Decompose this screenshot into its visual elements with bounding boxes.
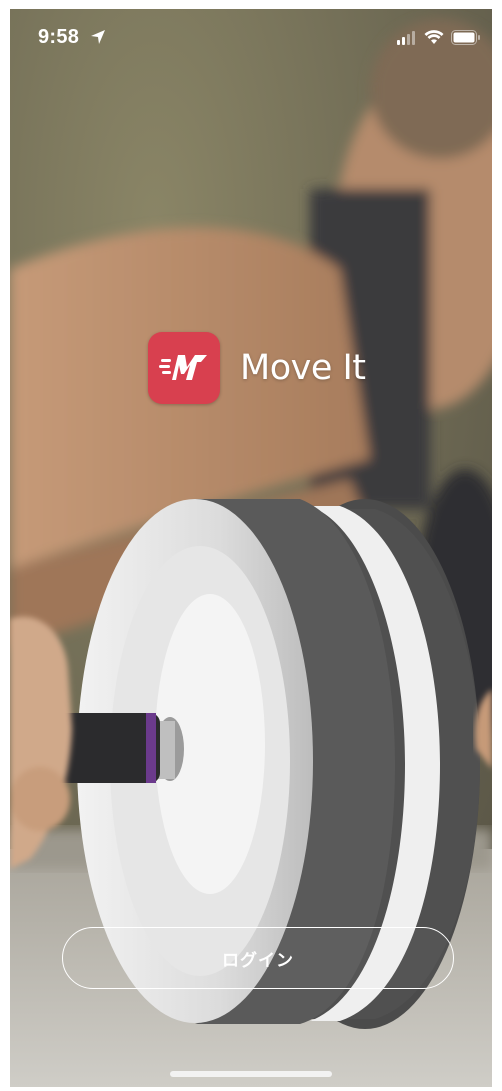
ab-roller-scene (10, 9, 492, 1087)
cellular-signal-icon (397, 31, 415, 45)
login-button-label: ログイン (222, 950, 294, 970)
m-letter-icon (159, 355, 207, 380)
location-arrow-icon (91, 30, 105, 44)
wifi-icon (424, 30, 444, 44)
background-photo (10, 9, 492, 1087)
battery-icon (451, 30, 480, 45)
app-name: Move It (240, 348, 366, 388)
login-button[interactable]: ログイン (62, 927, 454, 989)
move-it-logo-icon (148, 332, 220, 404)
app-logo: Move It (148, 332, 366, 404)
home-indicator[interactable] (170, 1071, 332, 1077)
status-time: 9:58 (38, 26, 80, 48)
status-bar: 9:58 (10, 9, 492, 69)
app-screen: 9:58 Move It ログイン (10, 9, 492, 1087)
